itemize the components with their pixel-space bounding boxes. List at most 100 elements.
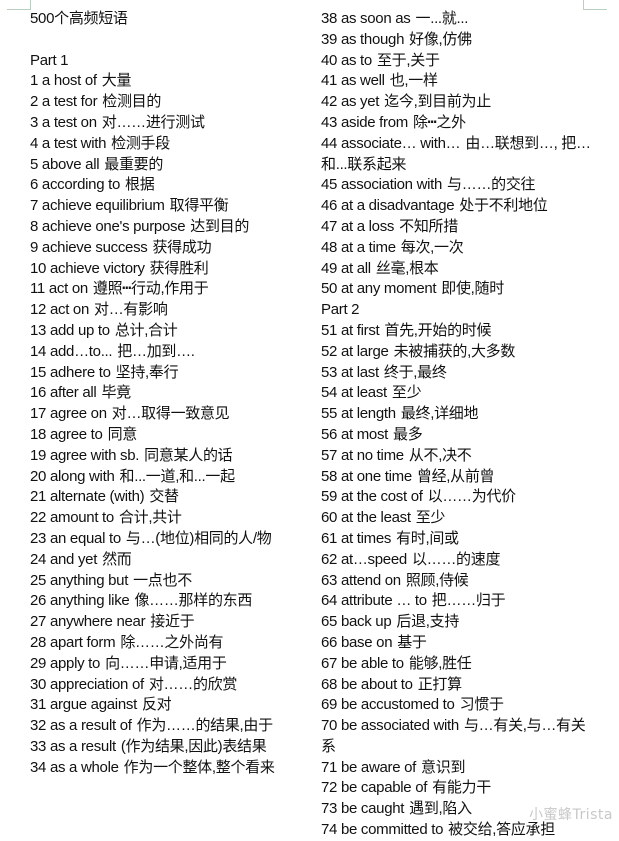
crop-mark-top-left — [7, 0, 31, 10]
phrase-english: 45 association with — [321, 176, 443, 194]
phrase-entry: 18 agree to 同意 — [30, 425, 292, 446]
phrase-entry: 58 at one time 曾经,从前曾 — [321, 467, 591, 488]
phrase-english: 21 alternate (with) — [30, 488, 145, 506]
phrase-chinese: 除……之外尚有 — [120, 633, 224, 651]
phrase-english: 24 and yet — [30, 550, 98, 568]
phrase-chinese: 合计,共计 — [118, 509, 182, 527]
phrase-entry: 55 at length 最终,详细地 — [321, 404, 591, 425]
phrase-chinese: 能够,胜任 — [408, 654, 472, 672]
phrase-entry: 64 attribute … to 把……归于 — [321, 591, 591, 612]
phrase-english: 55 at length — [321, 405, 396, 423]
phrase-english: 48 at a time — [321, 238, 396, 256]
phrase-chinese: 最多 — [393, 425, 423, 443]
phrase-english: 25 anything but — [30, 571, 129, 589]
phrase-entry: 39 as though 好像,仿佛 — [321, 30, 591, 51]
phrase-chinese: 检测手段 — [111, 134, 170, 152]
phrase-entry: 46 at a disadvantage 处于不利地位 — [321, 196, 591, 217]
phrase-entry: 23 an equal to 与…(地位)相同的人/物 — [30, 529, 292, 550]
phrase-entry: 50 at any moment 即使,随时 — [321, 279, 591, 300]
phrase-english: 68 be about to — [321, 675, 413, 693]
phrase-chinese: 每次,一次 — [400, 238, 464, 256]
phrase-entry: 34 as a whole 作为一个整体,整个看来 — [30, 758, 292, 779]
phrase-english: 3 a test on — [30, 113, 97, 131]
phrase-entry: 42 as yet 迄今,到目前为止 — [321, 92, 591, 113]
phrase-english: 32 as a result of — [30, 717, 132, 735]
phrase-entry: 48 at a time 每次,一次 — [321, 238, 591, 259]
phrase-english: 56 at most — [321, 425, 389, 443]
phrase-entry: 28 apart form 除……之外尚有 — [30, 633, 292, 654]
phrase-english: 58 at one time — [321, 467, 412, 485]
phrase-chinese: 对…取得一致意见 — [111, 405, 230, 423]
phrase-chinese: 对…有影响 — [94, 301, 168, 319]
phrase-entry: 49 at all 丝毫,根本 — [321, 259, 591, 280]
phrase-chinese: 接近于 — [150, 613, 195, 631]
phrase-entry: 43 aside from 除┅之外 — [321, 113, 591, 134]
right-column: 38 as soon as 一...就... 39 as though 好像,仿佛 40… — [321, 9, 591, 841]
phrase-entry: 22 amount to 合计,共计 — [30, 508, 292, 529]
phrase-chinese: 也,一样 — [389, 72, 438, 90]
phrase-english: 49 at all — [321, 259, 371, 277]
phrase-english: 34 as a whole — [30, 758, 119, 776]
phrase-chinese: 遵照┅行动,作用于 — [92, 280, 209, 298]
phrase-entry: 7 achieve equilibrium 取得平衡 — [30, 196, 292, 217]
phrase-entry: 60 at the least 至少 — [321, 508, 591, 529]
phrase-entry: 40 as to 至于,关于 — [321, 51, 591, 72]
phrase-english: 51 at first — [321, 321, 380, 339]
phrase-english: 27 anywhere near — [30, 613, 146, 631]
phrase-english: 19 agree with sb. — [30, 446, 140, 464]
phrase-english: 60 at the least — [321, 509, 411, 527]
phrase-english: 33 as a result — [30, 737, 116, 755]
phrase-entry: 9 achieve success 获得成功 — [30, 238, 292, 259]
phrase-english: 16 after all — [30, 384, 97, 402]
phrase-english: 44 associate… with… — [321, 134, 461, 152]
phrase-chinese: 最重要的 — [104, 155, 164, 173]
phrase-entry: 66 base on 基于 — [321, 633, 591, 654]
phrase-chinese: 首先,开始的时候 — [384, 321, 492, 339]
phrase-entry: 24 and yet 然而 — [30, 550, 292, 571]
phrase-english: 38 as soon as — [321, 10, 411, 27]
phrase-english: 41 as well — [321, 72, 385, 90]
phrase-entry: 17 agree on 对…取得一致意见 — [30, 404, 292, 425]
phrase-chinese: 对……进行测试 — [101, 113, 205, 131]
phrase-english: 61 at times — [321, 529, 392, 547]
phrase-chinese: 然而 — [102, 550, 132, 568]
phrase-english: 47 at a loss — [321, 217, 395, 235]
phrase-chinese: 取得平衡 — [169, 197, 229, 215]
phrase-chinese: 以……的速度 — [411, 550, 501, 568]
phrase-english: 17 agree on — [30, 405, 107, 423]
phrase-chinese: 终于,最终 — [383, 363, 447, 381]
phrase-chinese: 未被捕获的,大多数 — [393, 342, 516, 360]
phrase-entry: 3 a test on 对……进行测试 — [30, 113, 292, 134]
phrase-chinese: 反对 — [141, 696, 172, 714]
phrase-chinese: 把……归于 — [431, 592, 506, 610]
phrase-chinese: 遇到,陷入 — [409, 800, 472, 818]
phrase-english: 1 a host of — [30, 72, 97, 90]
phrase-chinese: 获得胜利 — [149, 259, 209, 277]
phrase-entry: 63 attend on 照顾,侍候 — [321, 571, 591, 592]
phrase-chinese: 不知所措 — [399, 217, 458, 235]
document-title: 500个高频短语 — [30, 10, 128, 27]
phrase-entry: 12 act on 对…有影响 — [30, 300, 292, 321]
phrase-entry: 33 as a result (作为结果,因此)表结果 — [30, 737, 292, 758]
phrase-chinese: 作为……的结果,由于 — [136, 717, 273, 735]
phrase-chinese: 总计,合计 — [114, 321, 178, 339]
phrase-english: 7 achieve equilibrium — [30, 197, 165, 215]
phrase-chinese: 从不,决不 — [408, 446, 472, 464]
phrase-english: 66 base on — [321, 633, 393, 651]
phrase-chinese: 毕竟 — [101, 384, 131, 402]
phrase-english: 26 anything like — [30, 592, 130, 610]
phrase-english: 23 an equal to — [30, 529, 121, 547]
phrase-chinese: 和...一道,和...一起 — [119, 467, 236, 485]
phrase-entry: 6 according to 根据 — [30, 175, 292, 196]
phrase-english: 67 be able to — [321, 654, 404, 672]
phrase-entry: 67 be able to 能够,胜任 — [321, 654, 591, 675]
phrase-chinese: 根据 — [125, 176, 155, 194]
phrase-chinese: 以……为代价 — [427, 488, 517, 506]
phrase-chinese: 后退,支持 — [396, 613, 460, 631]
phrase-english: 73 be caught — [321, 800, 405, 818]
phrase-entry: 71 be aware of 意识到 — [321, 758, 591, 779]
phrase-chinese: 照顾,侍候 — [405, 571, 469, 589]
phrase-english: 13 add up to — [30, 321, 110, 339]
phrase-english: 4 a test with — [30, 134, 107, 152]
phrase-entry: 32 as a result of 作为……的结果,由于 — [30, 716, 292, 737]
